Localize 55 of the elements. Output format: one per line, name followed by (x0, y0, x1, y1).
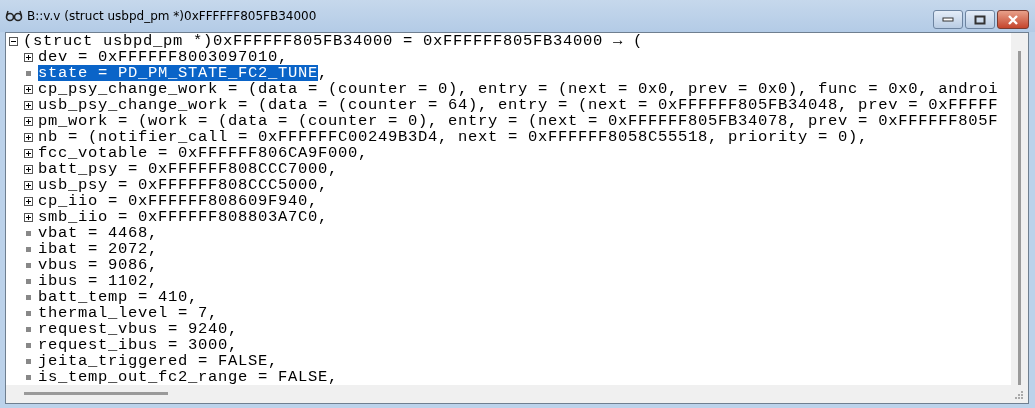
tree-item[interactable]: jeita_triggered = FALSE, (38, 353, 279, 369)
bullet-icon (26, 246, 31, 252)
tree-item[interactable]: request_vbus = 9240, (38, 321, 239, 337)
punctuation: , (318, 65, 329, 81)
bullet-icon (26, 230, 31, 236)
collapse-icon[interactable] (9, 36, 18, 46)
expand-icon[interactable] (24, 84, 33, 94)
bullet-icon (26, 342, 31, 348)
tree-item[interactable]: ibus = 1102, (38, 273, 159, 289)
tree-item[interactable]: thermal_level = 7, (38, 305, 219, 321)
maximize-button[interactable] (965, 10, 995, 29)
tree-item[interactable]: cp_iio = 0xFFFFFF808609F940, (38, 193, 319, 209)
resize-grip-icon[interactable] (1015, 391, 1024, 400)
tree-item[interactable]: nb = (notifier_call = 0xFFFFFFC00249B3D4, next = 0xFFFFFF8058C55518, priority = 0), (38, 129, 869, 145)
tree-item[interactable]: batt_temp = 410, (38, 289, 199, 305)
expand-icon[interactable] (24, 52, 33, 62)
tree-item[interactable]: fcc_votable = 0xFFFFFF806CA9F000, (38, 145, 369, 161)
minimize-icon (942, 16, 954, 23)
glasses-icon (5, 10, 23, 22)
tree-item[interactable]: dev = 0xFFFFFF8003097010, (38, 49, 289, 65)
tree-item[interactable]: cp_psy_change_work = (data = (counter = 0), entry = (next = 0x0, prev = 0x0), func = 0x0, androi (38, 81, 999, 97)
expand-icon[interactable] (24, 148, 33, 158)
bullet-icon (26, 294, 31, 300)
tree-item[interactable]: is_temp_out_fc2_range = FALSE, (38, 369, 339, 385)
tree-item[interactable]: ibat = 2072, (38, 241, 159, 257)
close-icon (1008, 14, 1018, 25)
expand-icon[interactable] (24, 116, 33, 126)
expand-icon[interactable] (24, 196, 33, 206)
expand-icon[interactable] (24, 180, 33, 190)
tree-item[interactable]: batt_psy = 0xFFFFFF808CCC7000, (38, 161, 339, 177)
window-title: B::v.v (struct usbpd_pm *)0xFFFFFF805FB34000 (27, 9, 317, 23)
tree-item[interactable]: smb_iio = 0xFFFFFF808803A7C0, (38, 209, 329, 225)
tree-item[interactable]: (struct usbpd_pm *)0xFFFFFF805FB34000 = 0xFFFFFF805FB34000 → ( (23, 33, 644, 49)
tree-item[interactable]: pm_work = (work = (data = (counter = 0), entry = (next = 0xFFFFFF805FB34078, prev = 0xFFFFFF805F (38, 113, 999, 129)
tree-item[interactable]: vbat = 4468, (38, 225, 159, 241)
expand-icon[interactable] (24, 212, 33, 222)
tree-item[interactable]: state = PD_PM_STATE_FC2_TUNE (38, 65, 319, 81)
maximize-icon (974, 14, 986, 25)
bullet-icon (26, 278, 31, 284)
bullet-icon (26, 326, 31, 332)
bullet-icon (26, 310, 31, 316)
expand-icon[interactable] (24, 164, 33, 174)
expand-icon[interactable] (24, 100, 33, 110)
close-button[interactable] (997, 10, 1029, 29)
scrollbar-thumb[interactable] (24, 392, 168, 395)
bullet-icon (26, 358, 31, 364)
tree-item[interactable]: request_ibus = 3000, (38, 337, 239, 353)
bullet-icon (26, 262, 31, 268)
tree-item[interactable]: usb_psy_change_work = (data = (counter = 64), entry = (next = 0xFFFFFF805FB34048, prev = 0xFFFFF (38, 97, 999, 113)
scrollbar-thumb[interactable] (1018, 51, 1021, 385)
tree-item[interactable]: vbus = 9086, (38, 257, 159, 273)
bullet-icon (26, 70, 31, 76)
bullet-icon (26, 374, 31, 380)
tree-item[interactable]: usb_psy = 0xFFFFFF808CCC5000, (38, 177, 329, 193)
expand-icon[interactable] (24, 132, 33, 142)
